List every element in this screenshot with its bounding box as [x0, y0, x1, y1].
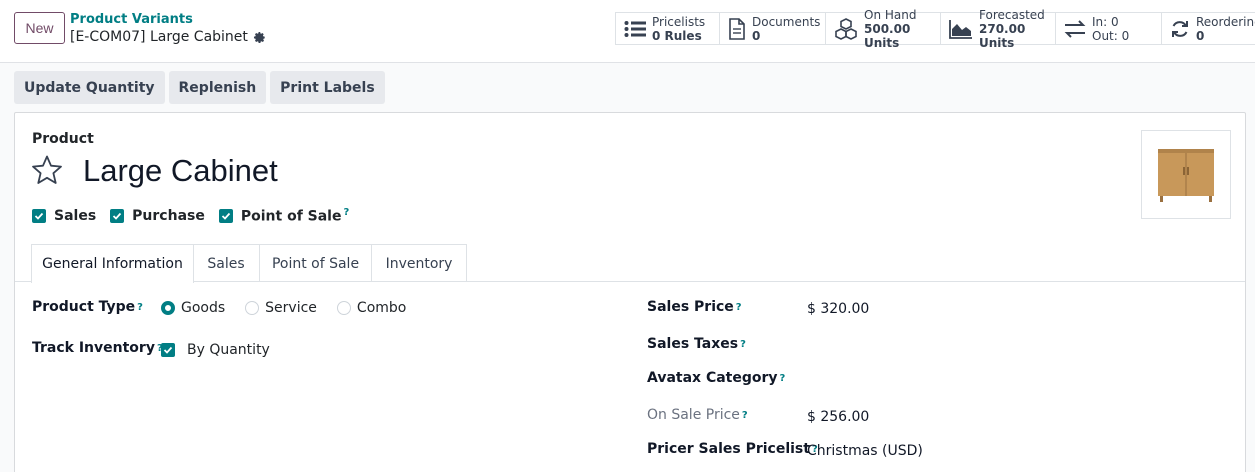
tab-sales[interactable]: Sales	[193, 244, 260, 282]
form-action-bar: Update Quantity Replenish Print Labels	[14, 71, 385, 104]
stat-label: On Hand	[864, 7, 917, 22]
documents-stat-button[interactable]: Documents 0	[719, 12, 826, 45]
print-labels-button[interactable]: Print Labels	[270, 71, 385, 104]
stat-label: Pricelists	[652, 14, 706, 29]
product-name-field[interactable]: Large Cabinet	[83, 151, 278, 191]
stat-value: Out: 0	[1092, 28, 1130, 43]
sales-price-label-row: Sales Price?	[647, 299, 742, 315]
area-chart-icon	[949, 19, 972, 39]
tab-point-of-sale[interactable]: Point of Sale	[259, 244, 372, 282]
sales-checkbox-group: Sales	[32, 208, 96, 224]
tab-inventory[interactable]: Inventory	[371, 244, 467, 282]
help-tooltip-icon[interactable]: ?	[742, 410, 748, 421]
gear-icon[interactable]	[253, 31, 266, 44]
breadcrumb-current: [E-COM07] Large Cabinet	[70, 28, 266, 46]
pricelist-field[interactable]: Christmas (USD)	[807, 443, 923, 459]
replenish-button[interactable]: Replenish	[168, 71, 267, 104]
combo-radio-label: Combo	[356, 300, 407, 316]
product-type-radio-group: Goods Service Combo	[161, 300, 406, 316]
on-sale-price-label: On Sale Price	[647, 407, 740, 423]
check-icon	[163, 346, 173, 354]
on-hand-stat-button[interactable]: On Hand 500.00 Units	[825, 8, 941, 50]
new-button[interactable]: New	[14, 12, 65, 44]
smart-buttons: Pricelists 0 Rules Documents 0 On Hand 500.…	[615, 8, 1255, 50]
update-quantity-button[interactable]: Update Quantity	[14, 71, 165, 104]
sales-checkbox-label: Sales	[54, 207, 97, 224]
on-sale-price-value: $ 256.00	[807, 409, 870, 425]
track-inventory-row: Track Inventory?	[32, 340, 163, 356]
track-inventory-label: Track Inventory	[32, 340, 155, 356]
service-radio[interactable]	[245, 301, 260, 315]
help-tooltip-icon[interactable]: ?	[137, 302, 143, 313]
service-radio-label: Service	[265, 300, 317, 316]
pos-checkbox[interactable]	[218, 208, 233, 223]
stat-value: 500.00 Units	[864, 21, 911, 50]
product-type-label: Product Type	[32, 299, 136, 315]
product-label: Product	[32, 131, 94, 147]
product-flags: Sales Purchase Point of Sale?	[32, 207, 349, 225]
pos-checkbox-text: Point of Sale	[240, 208, 342, 225]
stat-value: 0	[752, 28, 761, 43]
favorite-star-icon[interactable]	[31, 154, 63, 186]
stat-label: In: 0	[1092, 14, 1119, 29]
breadcrumb-current-label: [E-COM07] Large Cabinet	[70, 29, 248, 45]
stat-label: Reordering	[1196, 14, 1255, 29]
track-inventory-checkbox[interactable]	[161, 343, 175, 357]
combo-radio[interactable]	[336, 301, 351, 315]
help-tooltip-icon[interactable]: ?	[740, 339, 746, 350]
help-tooltip-icon[interactable]: ?	[736, 302, 742, 313]
form-tabs: General Information Sales Point of Sale …	[15, 244, 1245, 283]
sales-price-label: Sales Price	[647, 299, 734, 315]
control-panel: New Product Variants [E-COM07] Large Cab…	[0, 0, 1255, 63]
sales-taxes-label-row: Sales Taxes?	[647, 336, 746, 352]
reordering-stat-button[interactable]: Reordering0	[1161, 12, 1255, 45]
track-inventory-value: By Quantity	[187, 342, 270, 358]
stat-value: 0 Rules	[652, 28, 702, 43]
track-inventory-field: By Quantity	[161, 342, 270, 358]
pos-checkbox-group: Point of Sale?	[218, 207, 349, 225]
help-tooltip-icon[interactable]: ?	[343, 207, 349, 218]
product-type-row: Product Type?	[32, 299, 143, 315]
pricer-sales-pricelist-label: Pricer Sales Pricelist	[647, 441, 810, 457]
cubes-icon	[835, 17, 857, 40]
check-icon	[221, 212, 231, 220]
product-image[interactable]	[1141, 130, 1231, 219]
pricelist-label-row: Pricer Sales Pricelist?	[647, 441, 818, 457]
breadcrumb: Product Variants [E-COM07] Large Cabinet	[70, 12, 266, 46]
purchase-checkbox-group: Purchase	[110, 208, 205, 224]
avatax-category-label: Avatax Category	[647, 370, 778, 386]
list-icon	[624, 20, 646, 37]
check-icon	[34, 212, 44, 220]
refresh-icon	[1172, 20, 1188, 37]
pos-checkbox-label: Point of Sale?	[241, 207, 349, 225]
check-icon	[113, 212, 122, 220]
goods-radio-label: Goods	[181, 300, 226, 316]
stat-value: 0	[1196, 28, 1205, 43]
stat-value: 270.00 Units	[979, 21, 1026, 50]
forecasted-stat-button[interactable]: Forecasted 270.00 Units	[940, 8, 1056, 50]
sales-checkbox[interactable]	[32, 208, 46, 223]
breadcrumb-parent-link[interactable]: Product Variants	[70, 12, 266, 28]
on-sale-price-label-row: On Sale Price?	[647, 407, 748, 423]
pricelists-stat-button[interactable]: Pricelists 0 Rules	[615, 12, 720, 45]
stat-label: Documents	[752, 14, 821, 29]
sales-taxes-label: Sales Taxes	[647, 336, 739, 352]
purchase-checkbox-label: Purchase	[132, 207, 205, 224]
purchase-checkbox[interactable]	[110, 208, 125, 223]
form-sheet: Product Large Cabinet Sales Purchase Poi…	[14, 112, 1246, 472]
goods-radio[interactable]	[161, 301, 175, 315]
cabinet-image	[1158, 148, 1214, 202]
tab-general-information[interactable]: General Information	[31, 244, 194, 283]
avatax-category-label-row: Avatax Category?	[647, 370, 785, 386]
stat-label: Forecasted	[979, 7, 1045, 22]
in-out-stat-button[interactable]: In: 0 Out: 0	[1055, 12, 1162, 45]
document-icon	[729, 17, 745, 40]
sales-price-field[interactable]: $ 320.00	[807, 301, 869, 317]
exchange-icon	[1064, 19, 1086, 38]
help-tooltip-icon[interactable]: ?	[780, 373, 786, 384]
